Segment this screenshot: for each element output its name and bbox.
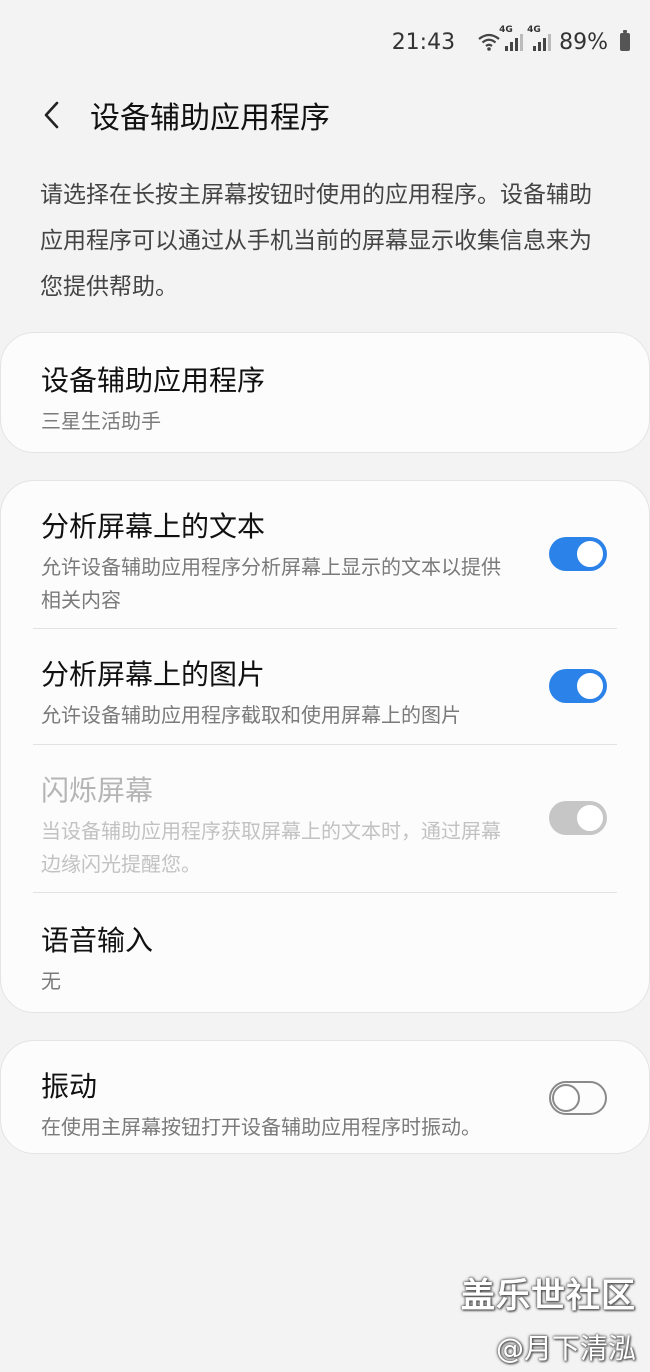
analyze-images-toggle[interactable]: [549, 669, 607, 703]
analyze-text-subtitle: 允许设备辅助应用程序分析屏幕上显示的文本以提供相关内容: [41, 555, 501, 612]
network-type-label: 4G: [499, 25, 513, 35]
assist-app-value: 三星生活助手: [41, 409, 161, 433]
network-type-label: 4G: [527, 25, 541, 35]
flash-screen-toggle: [549, 801, 607, 835]
vibration-card: 振动 在使用主屏幕按钮打开设备辅助应用程序时振动。: [0, 1040, 650, 1154]
assist-options-card: 分析屏幕上的文本 允许设备辅助应用程序分析屏幕上显示的文本以提供相关内容 分析屏…: [0, 480, 650, 1013]
signal-icon: 4G: [499, 25, 524, 51]
vibration-title: 振动: [41, 1070, 98, 1103]
back-button[interactable]: [32, 95, 72, 135]
app-bar: 设备辅助应用程序: [0, 90, 650, 140]
watermark: 盖乐世社区 @月下清泓: [461, 1268, 636, 1367]
page-title: 设备辅助应用程序: [90, 101, 330, 136]
signal-icon: 4G: [527, 25, 552, 51]
flash-screen-title: 闪烁屏幕: [41, 774, 154, 807]
divider: [33, 744, 617, 745]
vibration-subtitle: 在使用主屏幕按钮打开设备辅助应用程序时振动。: [41, 1115, 481, 1139]
toggle-knob: [575, 803, 605, 833]
assist-app-row[interactable]: 设备辅助应用程序 三星生活助手: [1, 359, 649, 438]
network-icons: 4G 4G: [477, 25, 552, 52]
divider: [33, 892, 617, 893]
voice-input-title: 语音输入: [41, 924, 154, 957]
assist-app-card: 设备辅助应用程序 三星生活助手: [0, 332, 650, 453]
analyze-images-subtitle: 允许设备辅助应用程序截取和使用屏幕上的图片: [41, 703, 461, 727]
back-arrow-icon: [44, 101, 59, 129]
assist-app-title: 设备辅助应用程序: [41, 364, 266, 397]
vibration-toggle[interactable]: [549, 1081, 607, 1115]
toggle-knob: [575, 671, 605, 701]
toggle-knob: [575, 539, 605, 569]
page-description: 请选择在长按主屏幕按钮时使用的应用程序。设备辅助应用程序可以通过从手机当前的屏幕…: [40, 182, 592, 300]
watermark-community: 盖乐世社区: [461, 1276, 636, 1316]
wifi-icon: [478, 33, 500, 51]
analyze-images-title: 分析屏幕上的图片: [41, 658, 266, 691]
flash-screen-subtitle: 当设备辅助应用程序获取屏幕上的文本时，通过屏幕边缘闪光提醒您。: [41, 819, 501, 876]
battery-icon: [620, 30, 630, 51]
toggle-knob: [552, 1084, 580, 1112]
watermark-author: @月下清泓: [495, 1332, 636, 1365]
status-time: 21:43: [391, 29, 456, 55]
status-bar: 21:43 4G 4G 89%: [392, 22, 630, 62]
analyze-text-title: 分析屏幕上的文本: [41, 510, 266, 543]
divider: [33, 628, 617, 629]
battery-percent: 89%: [559, 29, 608, 55]
voice-input-value: 无: [41, 969, 61, 993]
analyze-text-toggle[interactable]: [549, 537, 607, 571]
voice-input-row[interactable]: 语音输入 无: [1, 919, 649, 998]
